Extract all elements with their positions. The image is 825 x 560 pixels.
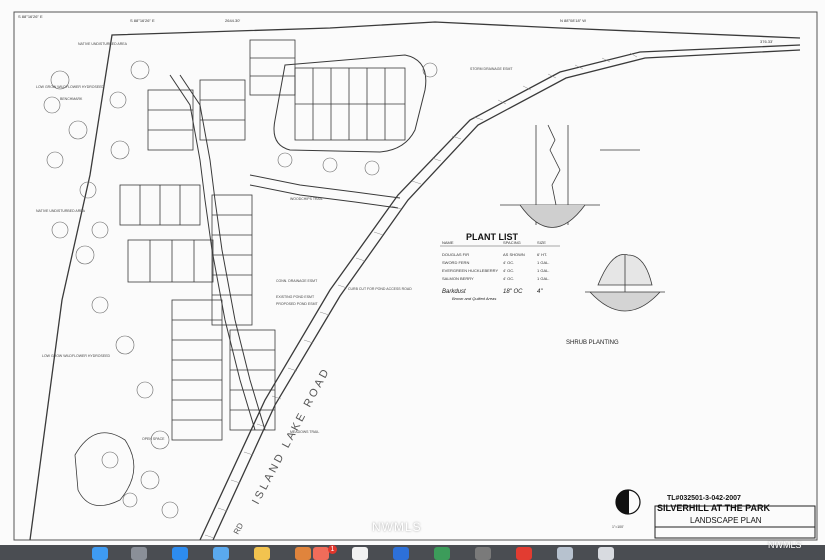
photos-icon[interactable] (254, 547, 270, 560)
plant-spacing: AS SHOWN (503, 252, 525, 257)
plant-list-row: SWORD FERN 4' OC. 1 GAL. (442, 260, 549, 265)
sheet-border (13, 11, 818, 541)
shrub-planting-detail (585, 253, 665, 312)
plant-spacing: 4' OC. (503, 268, 514, 273)
plant-name: SWORD FERN (442, 260, 469, 265)
corner-watermark: NWMLS (768, 540, 802, 550)
landscape-plan-drawing: PLANT LIST NAME SPACING SIZE DOUGLAS FIR… (13, 11, 818, 541)
plant-name: DOUGLAS FIR (442, 252, 469, 257)
launchpad-icon[interactable] (131, 547, 147, 560)
plant-size: 1 GAL. (537, 276, 549, 281)
woodchips-label: WOODCHIPS TRAIL (290, 197, 323, 201)
plant-list-row: EVERGREEN HUCKLEBERRY 4' OC. 1 GAL. (442, 268, 549, 273)
meadows-label: MEADOWS TRAIL (290, 430, 319, 434)
open-space-label: OPEN SPACE (142, 437, 165, 441)
plant-size: 4" (537, 289, 543, 295)
road-name-label: ISLAND LAKE ROAD (250, 365, 333, 506)
proposed-pond-label: PROPOSED POND ESMT (276, 302, 318, 306)
top-bearing-right: N 88°08'18" W (560, 18, 586, 23)
plant-list-header-size: SIZE (537, 240, 546, 245)
plant-list-header-name: NAME (442, 240, 454, 245)
shrub-planting-title: SHRUB PLANTING (566, 340, 619, 346)
tree-planting-detail (500, 124, 640, 228)
center-watermark: NWMLS (372, 520, 422, 534)
native-area-label: NATIVE UNDISTURBED AREA (36, 209, 86, 213)
plant-size: 1 GAL. (537, 260, 549, 265)
lot-cluster-north (249, 39, 406, 141)
left-bearing: S 88°16'26" E (18, 14, 43, 19)
calendar-icon[interactable] (313, 547, 329, 560)
plant-size: 1 GAL. (537, 268, 549, 273)
terminal-icon[interactable] (434, 547, 450, 560)
low-grow-label: LOW GROW WILDFLOWER HYDROSEED (42, 354, 111, 358)
pdf-icon[interactable] (516, 547, 532, 560)
low-grow-label: LOW GROW WILDFLOWER HYDROSEED (36, 85, 105, 89)
plant-name: Barkdust (442, 289, 466, 295)
plant-name: SALMON BERRY (442, 276, 474, 281)
plant-list-handwritten-note: Brown and Quilted Areas (452, 296, 496, 301)
existing-pond-label: EXISTING POND ESMT (276, 295, 315, 299)
drainage-label: CONN. DRAINAGE ESMT (276, 279, 318, 283)
plant-list-header-spacing: SPACING (503, 240, 521, 245)
lot-cluster-west (119, 79, 246, 283)
benchmark-label: BENCHMARK (60, 97, 83, 101)
maps-icon[interactable] (352, 547, 368, 560)
property-boundary (29, 21, 801, 541)
scale-label: 1"=100' (612, 525, 624, 529)
folder-icon[interactable] (557, 547, 573, 560)
safari-icon[interactable] (172, 547, 188, 560)
plant-name: EVERGREEN HUCKLEBERRY (442, 268, 498, 273)
top-distance: 2644.30' (225, 18, 240, 23)
project-name: SILVERHILL AT THE PARK (657, 503, 771, 513)
north-arrow-icon (615, 489, 641, 515)
settings-icon[interactable] (475, 547, 491, 560)
right-distance: 376.33' (760, 39, 773, 44)
trash-icon[interactable] (598, 547, 614, 560)
plant-spacing: 4' OC. (503, 276, 514, 281)
plant-list-row: DOUGLAS FIR AS SHOWN 6' HT. (442, 252, 547, 257)
plant-list-row: SALMON BERRY 4' OC. 1 GAL. (442, 276, 549, 281)
macos-dock (0, 545, 825, 560)
parcel-number: TL#032501-3-042-2007 (667, 495, 741, 502)
messages-icon[interactable] (295, 547, 311, 560)
curb-cut-label: CURB CUT FOR POND ACCESS ROAD (348, 287, 412, 291)
site-plan-sheet: PLANT LIST NAME SPACING SIZE DOUGLAS FIR… (0, 0, 825, 545)
mail-icon[interactable] (213, 547, 229, 560)
plant-spacing: 4' OC. (503, 260, 514, 265)
top-bearing-left: S 88°16'26" E (130, 18, 155, 23)
music-icon[interactable] (393, 547, 409, 560)
finder-icon[interactable] (92, 547, 108, 560)
storm-drainage-label: STORM DRAINAGE ESMT (470, 67, 513, 71)
notification-badge: 1 (328, 545, 337, 554)
sheet-title: LANDSCAPE PLAN (690, 516, 762, 525)
lot-cluster-south (171, 194, 276, 441)
native-area-label: NATIVE UNDISTURBED AREA (78, 42, 128, 46)
plant-size: 6' HT. (537, 252, 547, 257)
plant-spacing: 18" OC (503, 289, 523, 295)
plant-list-row: Barkdust 18" OC 4" (442, 289, 543, 295)
road-abbrev-label: RD (232, 521, 245, 536)
internal-streets (169, 54, 427, 431)
